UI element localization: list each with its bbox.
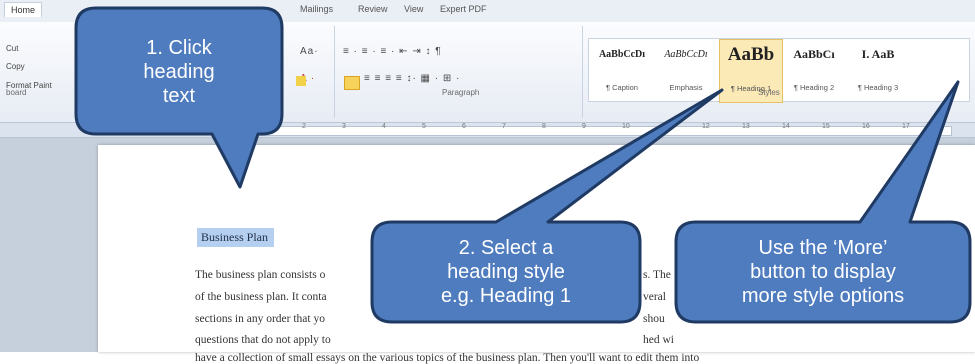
callout-1-text: 1. Click heading text xyxy=(143,37,215,107)
document-line: have a collection of small essays on the… xyxy=(195,352,700,364)
callout-2-text: 2. Select a heading style e.g. Heading 1 xyxy=(440,237,572,307)
callout-3-text: Use the ‘More’ button to display more st… xyxy=(741,237,905,307)
